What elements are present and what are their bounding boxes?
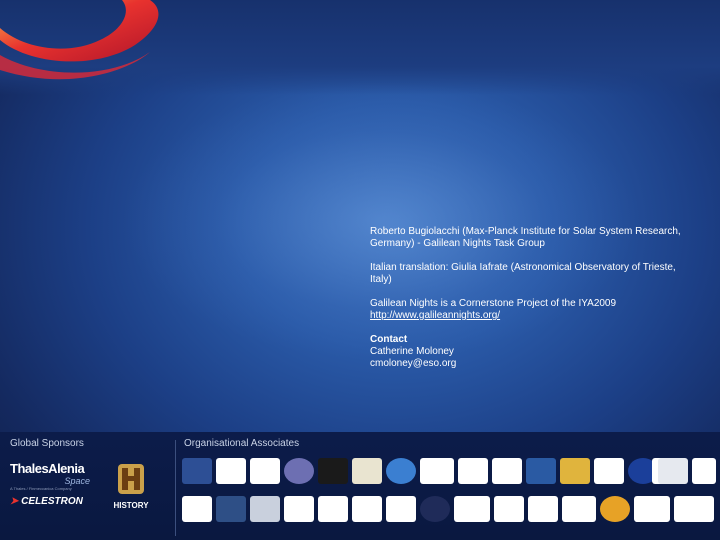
project-info: Galilean Nights is a Cornerstone Project… xyxy=(370,298,690,322)
associate-logo-r2-8 xyxy=(420,496,450,522)
lunar-science-logo xyxy=(454,496,490,522)
project-text: Galilean Nights is a Cornerstone Project… xyxy=(370,298,617,309)
contact-email[interactable]: cmoloney@eso.org xyxy=(370,358,456,369)
associate-logo-6 xyxy=(352,458,382,484)
associate-logo-10 xyxy=(492,458,522,484)
associates-logo-grid xyxy=(182,458,718,538)
insu-logo xyxy=(250,458,280,484)
credits-block: Roberto Bugiolacchi (Max-Planck Institut… xyxy=(370,226,690,382)
associate-logo-r2-6 xyxy=(352,496,382,522)
celestron-logo: ➤ CELESTRON xyxy=(10,496,100,510)
gai-logo xyxy=(674,496,714,522)
associate-logo-7 xyxy=(386,458,416,484)
associate-logo-5 xyxy=(318,458,348,484)
dlr-logo xyxy=(594,458,624,484)
thales-subline: A Thales / Finmeccanica Company xyxy=(10,486,72,491)
kasi-logo xyxy=(528,496,558,522)
sponsor-footer: Global Sponsors Organisational Associate… xyxy=(0,432,720,540)
celestron-mark-icon: ➤ xyxy=(10,496,19,507)
celestron-wordmark: CELESTRON xyxy=(21,496,83,507)
esf-logo xyxy=(658,458,688,484)
thales-space-wordmark: Space xyxy=(64,476,90,486)
spain-crest-logo xyxy=(560,458,590,484)
footer-divider xyxy=(175,440,176,536)
spa-logo xyxy=(458,458,488,484)
sp-astronomia-logo xyxy=(562,496,596,522)
associate-logo-17 xyxy=(692,458,716,484)
iau-logo xyxy=(284,458,314,484)
history-h-icon xyxy=(118,464,144,494)
contact-name: Catherine Moloney xyxy=(370,346,454,357)
slide: Roberto Bugiolacchi (Max-Planck Institut… xyxy=(0,0,720,540)
jaxa-logo xyxy=(386,496,416,522)
project-link[interactable]: http://www.galileannights.org/ xyxy=(370,310,500,321)
associate-logo-r2-14 xyxy=(634,496,670,522)
translation-credit: Italian translation: Giulia Iafrate (Ast… xyxy=(370,262,676,285)
contact-info: Contact Catherine Moloney cmoloney@eso.o… xyxy=(370,334,690,370)
associates-title: Organisational Associates xyxy=(184,438,300,449)
associate-logo-r2-13 xyxy=(600,496,630,522)
associate-logo-r2-5 xyxy=(318,496,348,522)
associate-logo-r2-10 xyxy=(494,496,524,522)
contact-heading: Contact xyxy=(370,334,408,345)
history-logo: HISTORY xyxy=(108,462,154,510)
associate-logo-r2-4 xyxy=(284,496,314,522)
scinat-logo xyxy=(420,458,454,484)
associate-logo-r2-3 xyxy=(250,496,280,522)
iya-swoosh-logo xyxy=(0,0,159,80)
aas-logo xyxy=(216,458,246,484)
author-credit: Roberto Bugiolacchi (Max-Planck Institut… xyxy=(370,226,681,249)
associate-logo-r2-2 xyxy=(216,496,246,522)
sponsors-title: Global Sponsors xyxy=(10,438,84,449)
naoj-logo xyxy=(182,496,212,522)
history-wordmark: HISTORY xyxy=(113,501,149,510)
esa-logo xyxy=(526,458,556,484)
eso-logo xyxy=(182,458,212,484)
thales-alenia-logo: ThalesAlenia Space A Thales / Finmeccani… xyxy=(10,462,90,492)
thales-wordmark: ThalesAlenia xyxy=(10,461,85,476)
